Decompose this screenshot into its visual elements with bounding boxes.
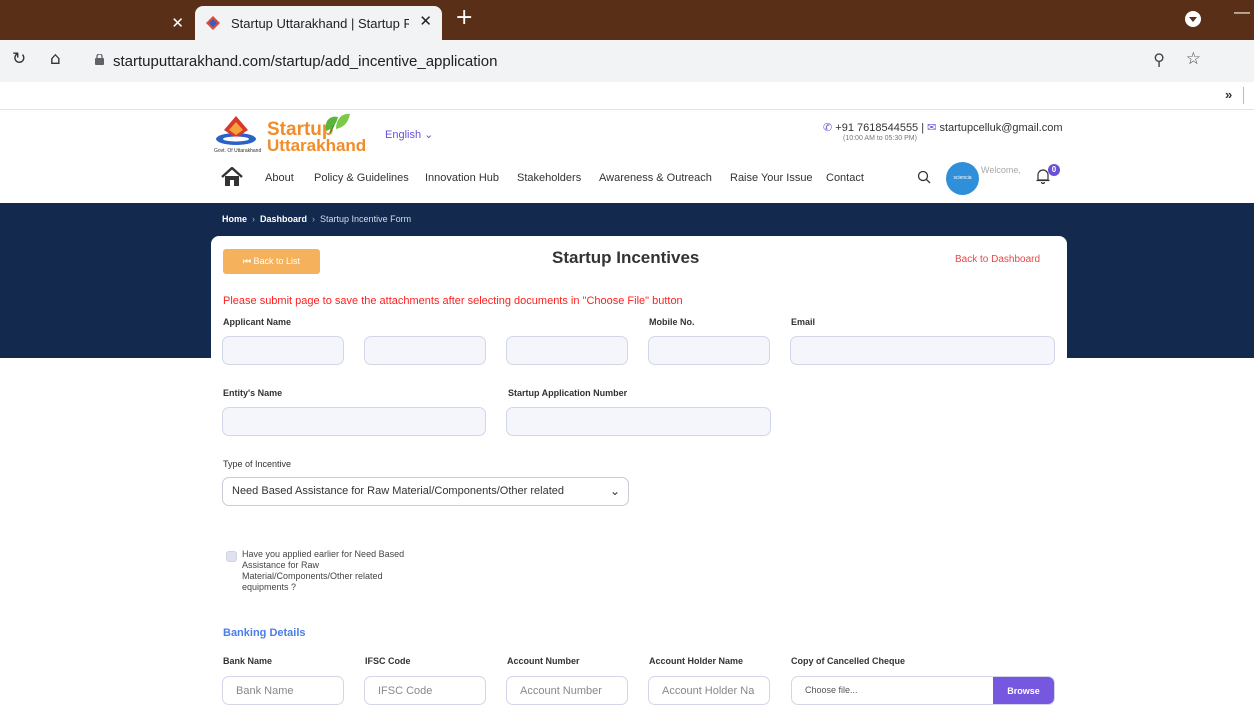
chevron-right-icon: › [312, 214, 316, 224]
applied-earlier-label: Have you applied earlier for Need Based … [242, 549, 405, 592]
chevron-right-icon: › [252, 214, 256, 224]
account-holder-field[interactable] [648, 676, 770, 705]
nav-contact[interactable]: Contact [826, 172, 864, 184]
site-favicon-icon [206, 16, 220, 30]
tab-title: Startup Uttarakhand | Startup Rec [231, 16, 409, 31]
breadcrumb-current: Startup Incentive Form [320, 214, 412, 224]
email-address[interactable]: startupcelluk@gmail.com [939, 122, 1062, 134]
close-icon[interactable]: ✕ [171, 14, 184, 32]
new-tab-icon[interactable]: + [455, 5, 473, 30]
type-of-incentive-label: Type of Incentive [223, 459, 292, 469]
bookmarks-more-icon[interactable]: » [1225, 87, 1232, 102]
breadcrumb-dashboard[interactable]: Dashboard [260, 214, 307, 224]
url-omnibox[interactable]: startuputtarakhand.com/startup/add_incen… [85, 46, 1213, 76]
choose-file-text: Choose file... [805, 685, 858, 695]
chevron-down-icon: ⌄ [609, 484, 620, 498]
nav-policy-guidelines[interactable]: Policy & Guidelines [314, 172, 409, 184]
account-number-field[interactable] [506, 676, 628, 705]
mobile-label: Mobile No. [649, 317, 695, 327]
office-hours: (10:00 AM to 05:30 PM) [843, 135, 917, 142]
address-bar: ↻ ⌂ startuputtarakhand.com/startup/add_i… [0, 40, 1254, 82]
divider: | [921, 122, 925, 134]
email-field[interactable] [790, 336, 1055, 365]
account-number-label: Account Number [507, 656, 580, 666]
govt-emblem-logo[interactable]: Govt. Of Uttarakhand [214, 114, 261, 156]
breadcrumb-home[interactable]: Home [222, 214, 247, 224]
banking-details-heading: Banking Details [223, 627, 306, 639]
profile-menu-icon[interactable] [1185, 11, 1201, 27]
back-to-dashboard-link[interactable]: Back to Dashboard [955, 254, 1040, 265]
lock-icon [95, 54, 104, 65]
account-holder-label: Account Holder Name [649, 656, 744, 666]
close-icon[interactable]: ✕ [419, 12, 432, 30]
mail-icon: ✉ [927, 121, 937, 134]
applicant-name-label: Applicant Name [223, 317, 292, 327]
incentive-type-select[interactable]: Need Based Assistance for Raw Material/C… [222, 477, 629, 506]
home-browser-icon[interactable]: ⌂ [50, 49, 61, 69]
contact-info: ✆ +91 7618544555 | ✉ startupcelluk@gmail… [823, 121, 1063, 134]
entity-name-field[interactable] [222, 407, 486, 436]
startup-application-number-label: Startup Application Number [508, 388, 628, 398]
browse-button[interactable]: Browse [993, 677, 1054, 704]
active-tab[interactable]: Startup Uttarakhand | Startup Rec ✕ [195, 6, 442, 40]
first-name-field[interactable] [222, 336, 344, 365]
attachment-warning: Please submit page to save the attachmen… [223, 295, 683, 307]
ifsc-label: IFSC Code [365, 656, 411, 666]
last-name-field[interactable] [506, 336, 628, 365]
cancelled-cheque-file-input[interactable]: Choose file... Browse [791, 676, 1055, 705]
site-header: Govt. Of Uttarakhand Startup Uttarakhand… [0, 111, 1254, 203]
back-to-list-button[interactable]: ⏮ Back to List [223, 249, 320, 274]
language-selector[interactable]: English ⌄ [385, 128, 433, 141]
leaf-logo-icon [325, 113, 350, 134]
bank-name-field[interactable] [222, 676, 344, 705]
notification-badge: 0 [1048, 164, 1060, 176]
avatar[interactable]: sciencia [946, 162, 979, 195]
search-icon[interactable] [917, 170, 931, 184]
bookmark-star-icon[interactable]: ☆ [1186, 49, 1201, 69]
bookmark-bar: » [0, 82, 1254, 110]
minimize-icon[interactable]: — [1234, 4, 1250, 22]
startup-application-number-field[interactable] [506, 407, 771, 436]
nav-awareness-outreach[interactable]: Awareness & Outreach [599, 172, 712, 184]
phone-icon: ✆ [823, 121, 833, 134]
mobile-field[interactable] [648, 336, 770, 365]
phone-number[interactable]: +91 7618544555 [835, 122, 918, 134]
email-label: Email [791, 317, 816, 327]
home-icon[interactable] [221, 167, 243, 187]
emblem-caption: Govt. Of Uttarakhand [214, 148, 262, 154]
nav-innovation-hub[interactable]: Innovation Hub [425, 172, 499, 184]
breadcrumb: Home › Dashboard › Startup Incentive Form [222, 214, 411, 224]
incentive-form-card [211, 236, 1067, 716]
cancelled-cheque-label: Copy of Cancelled Cheque [791, 656, 906, 666]
previous-tab[interactable]: ✕ [0, 5, 192, 40]
nav-stakeholders[interactable]: Stakeholders [517, 172, 581, 184]
entity-name-label: Entity's Name [223, 388, 283, 398]
nav-about[interactable]: About [265, 172, 294, 184]
reload-icon[interactable]: ↻ [12, 49, 26, 69]
url-text: startuputtarakhand.com/startup/add_incen… [113, 53, 498, 70]
nav-raise-your-issue[interactable]: Raise Your Issue [730, 172, 813, 184]
page-title: Startup Incentives [552, 248, 700, 267]
browser-tabbar: ✕ Startup Uttarakhand | Startup Rec ✕ + … [0, 0, 1254, 40]
bank-name-label: Bank Name [223, 656, 273, 666]
applied-earlier-checkbox[interactable] [226, 551, 237, 562]
ifsc-field[interactable] [364, 676, 486, 705]
middle-name-field[interactable] [364, 336, 486, 365]
incentive-type-value: Need Based Assistance for Raw Material/C… [232, 485, 564, 497]
brand-line-2: Uttarakhand [267, 136, 367, 155]
divider [1243, 87, 1244, 104]
welcome-text: Welcome, [981, 165, 1021, 175]
zoom-icon[interactable]: ⚲ [1153, 50, 1165, 69]
emblem-icon [216, 116, 256, 145]
